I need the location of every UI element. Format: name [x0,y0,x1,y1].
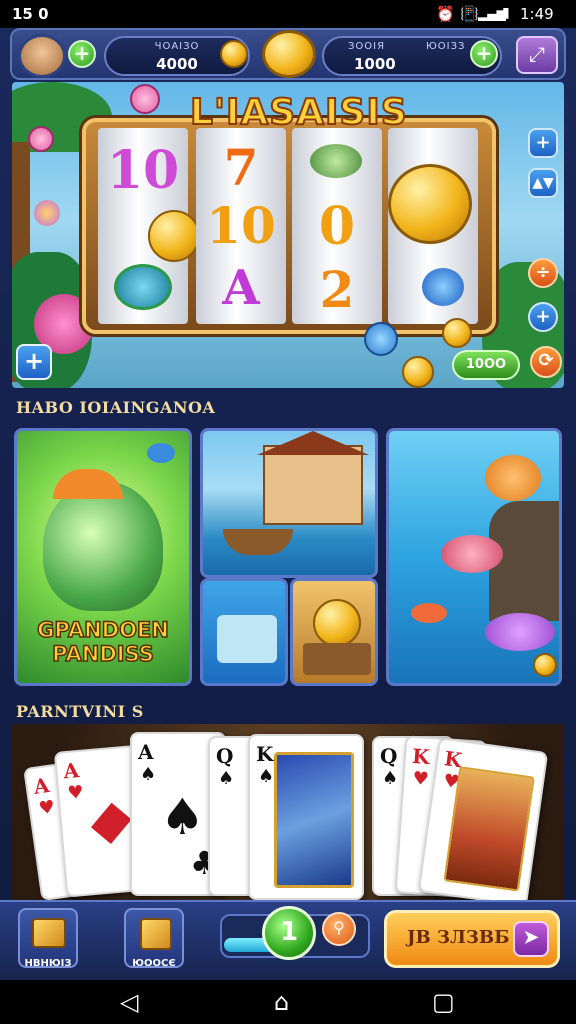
card-suit: ♠ [140,764,157,785]
card-suit: ♥ [37,796,57,820]
gold-coin-icon [533,653,557,677]
statue-icon [217,615,277,663]
play-button[interactable]: JB ЗЛЗВБ ➤ [384,910,560,968]
spade-pip-icon: ♠ [160,788,205,846]
add-coins-button[interactable]: + [470,40,498,68]
gem-icon [130,84,160,114]
divide-icon[interactable]: ÷ [528,258,558,288]
featured-section-title: HABO IOIAINGANOA [16,398,216,417]
fish-fin-icon [53,469,123,499]
key-icon[interactable]: ⚲ [322,912,356,946]
card-rank: A [62,758,81,784]
avatar[interactable] [18,34,66,78]
knight-artwork [274,752,354,888]
house-icon [263,445,363,525]
alarm-icon: ⏰ [436,5,455,23]
king-artwork [443,766,535,892]
treasure-emblem-icon[interactable] [262,30,316,78]
reel-symbol: A [222,260,260,316]
status-time-left: 15 0 [12,5,49,23]
auto-spin-icon[interactable]: ⟳ [530,346,562,378]
village-game-tile[interactable] [200,428,378,578]
roof-icon [257,431,369,455]
reel-2: 7 10 A [196,128,286,324]
gold-block-icon [140,918,172,950]
spin-button[interactable]: 10ОО [452,350,520,380]
card-rank: A [138,740,154,764]
vibrate-icon: 📳 [460,5,479,23]
chevron-icon: ➤ [513,921,549,957]
bath-game-tile[interactable] [200,578,288,686]
basket-icon [303,643,371,675]
gold-coin-icon [402,356,434,388]
ocean-game-tile[interactable] [386,428,562,686]
battery-icon: ▮ [502,5,510,21]
add-button[interactable]: + [16,344,52,380]
orange-fish-icon [485,455,541,501]
small-fish-icon [411,603,447,623]
card-suit: ♠ [218,768,235,789]
pink-fish-icon [441,535,503,573]
sun-mask-icon [313,599,361,647]
boat-icon [223,529,293,555]
reel-symbol: 10 [106,140,180,201]
blue-fish-icon [422,268,464,306]
system-nav-bar: ◁ ⌂ ▢ [0,980,576,1024]
card-suit: ♥ [66,781,85,805]
card-suit: ♠ [382,768,399,789]
reel-symbol: 0 [318,196,356,257]
diamond-pip-icon [90,802,132,844]
sort-icon[interactable]: ▲▼ [528,168,558,198]
add-friend-button[interactable]: + [68,40,96,68]
recents-icon[interactable]: ▢ [432,988,455,1016]
caption-line-1: GPANDOEN [36,617,169,643]
back-icon[interactable]: ◁ [120,988,138,1016]
nav-shop-label: ЮООСЄ [132,958,176,969]
play-button-label: JB ЗЛЗВБ [407,927,510,948]
home-icon[interactable]: ⌂ [274,988,289,1016]
card-rank: K [411,743,431,770]
fish-game-caption: GPANDOEN PANDISS [22,617,184,667]
swirl-symbol-icon [114,264,172,310]
card-rank: A [32,773,51,799]
golden-helmet-icon [388,164,472,244]
cards-section-title: PARNTVINI S [16,702,144,721]
card-rank: K [256,742,274,766]
caption-line-2: PANDISS [51,641,154,667]
playing-card[interactable]: K ♥ [417,737,549,907]
expand-icon[interactable]: ⤢ [516,36,558,74]
gold-coin-icon [148,210,200,262]
status-bar: 15 0 ⏰ 📳 ▂▄▆ ▮ 1:49 [0,0,576,28]
flower-small [34,200,60,226]
reel-symbol: 7 [223,138,259,197]
playing-card[interactable]: K ♠ [248,734,364,900]
purple-fish-icon [485,613,555,651]
reel-symbol: 10 [206,196,276,255]
add-bet-button[interactable]: + [528,128,558,158]
card-rank: Q [380,744,398,768]
gold-coin-icon [442,318,472,348]
card-suit: ♥ [411,767,430,791]
fish-character-icon [43,481,163,611]
nav-home-label: НВНЮІЗ [24,958,72,969]
card-suit: ♠ [258,766,275,787]
status-time-right: 1:49 [520,5,554,23]
card-rank: Q [216,744,234,768]
game-screen: 15 0 ⏰ 📳 ▂▄▆ ▮ 1:49 + ЧОАІЗО 4000 ЗООІЯ … [0,0,576,1024]
fish-symbol-icon [310,144,362,178]
treasure-game-tile[interactable] [290,578,378,686]
crate-icon [32,918,66,948]
add-line-button[interactable]: + [528,302,558,332]
reel-4 [388,128,478,324]
reel-3: 0 2 [292,128,382,324]
slot-title: L'IASAISIS [189,91,408,134]
reel-1: 10 [98,128,200,324]
gem-icon [28,126,54,152]
reel-symbol: 2 [319,260,355,319]
level-badge[interactable]: 1 [262,906,316,960]
small-fish-icon [147,443,175,463]
blue-coin-icon [364,322,398,356]
coin-icon [220,40,248,68]
